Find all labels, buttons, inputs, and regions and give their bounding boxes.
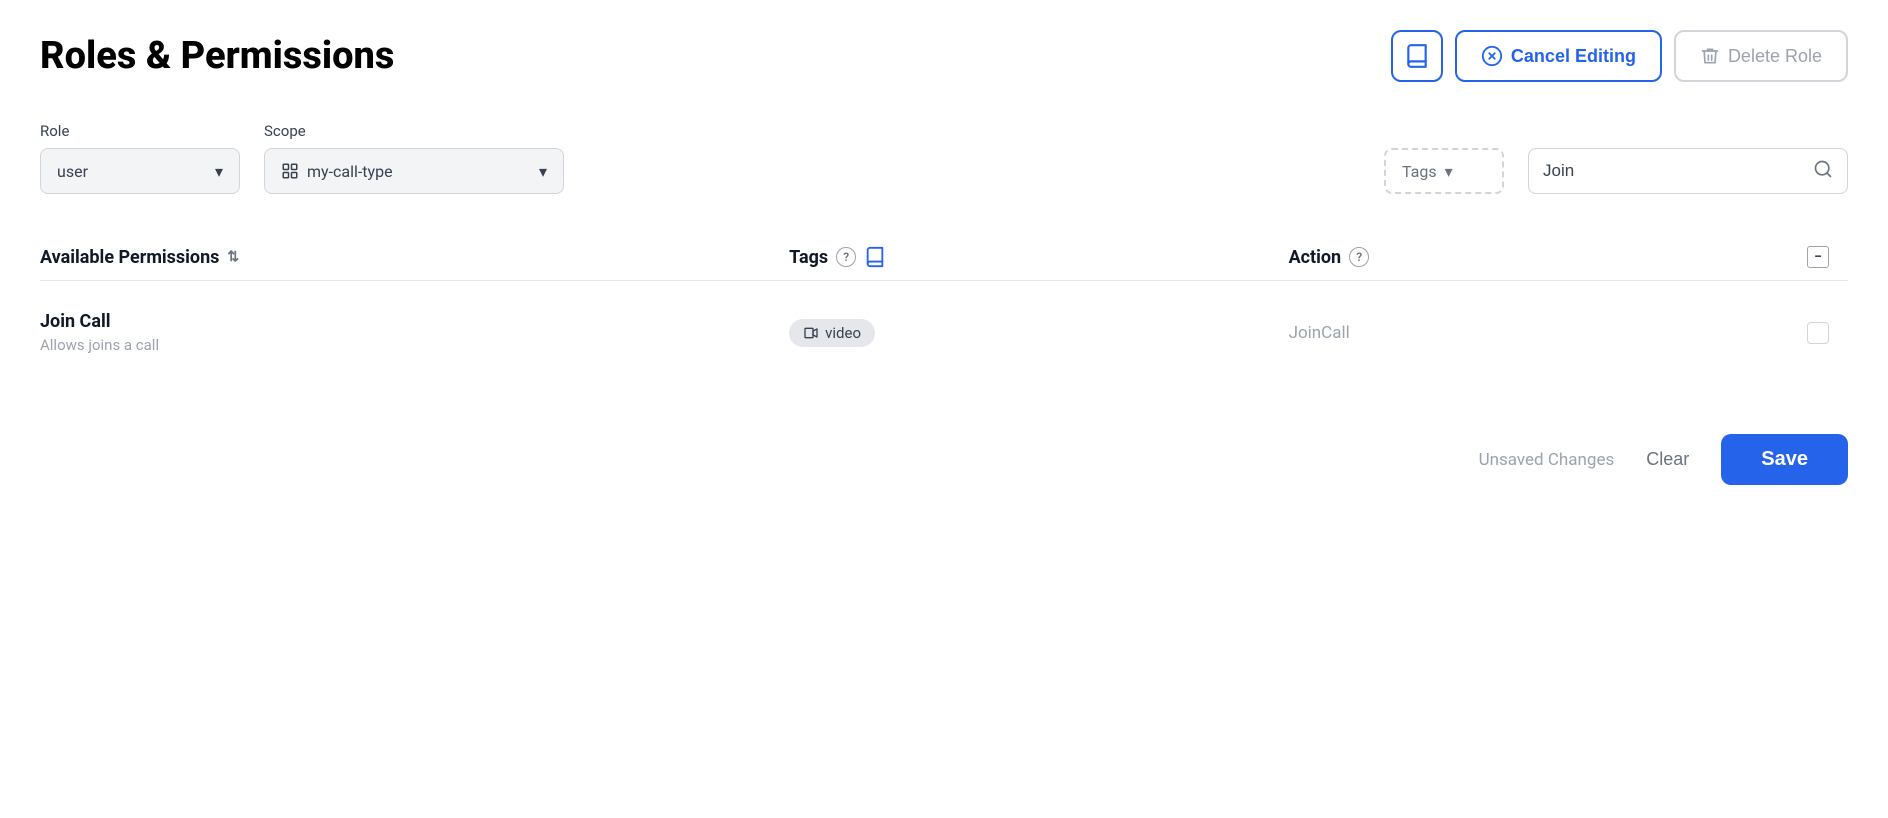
book-icon-button[interactable] bbox=[1391, 30, 1443, 82]
scope-chevron-down-icon: ▾ bbox=[539, 162, 547, 181]
sort-icon[interactable]: ⇅ bbox=[227, 249, 239, 265]
action-help-icon[interactable]: ? bbox=[1349, 247, 1369, 267]
th-tags: Tags ? bbox=[789, 246, 1288, 268]
search-form-group bbox=[1528, 148, 1848, 194]
role-form-group: Role user ▾ bbox=[40, 122, 240, 194]
search-input[interactable] bbox=[1543, 161, 1805, 181]
table-row: Join Call Allows joins a call video Join… bbox=[40, 291, 1848, 374]
form-row: Role user ▾ Scope my-call-type ▾ bbox=[40, 122, 1848, 194]
permissions-table: Available Permissions ⇅ Tags ? Action ? … bbox=[40, 234, 1848, 374]
role-label: Role bbox=[40, 122, 240, 140]
tag-badge: video bbox=[789, 319, 875, 347]
unsaved-changes-label: Unsaved Changes bbox=[1479, 450, 1615, 470]
page-title: Roles & Permissions bbox=[40, 34, 394, 78]
search-icon bbox=[1813, 159, 1833, 184]
page-header: Roles & Permissions Cancel Editing De bbox=[40, 30, 1848, 82]
th-permissions: Available Permissions ⇅ bbox=[40, 247, 789, 268]
table-header: Available Permissions ⇅ Tags ? Action ? … bbox=[40, 234, 1848, 281]
tags-form-group: Tags ▾ bbox=[1384, 148, 1504, 194]
footer: Unsaved Changes Clear Save bbox=[40, 414, 1848, 485]
scope-form-group: Scope my-call-type ▾ bbox=[264, 122, 564, 194]
clear-button[interactable]: Clear bbox=[1638, 449, 1697, 470]
scope-label: Scope bbox=[264, 122, 564, 140]
cancel-circle-icon bbox=[1481, 45, 1503, 67]
tags-book-icon[interactable] bbox=[864, 246, 886, 268]
action-cell: JoinCall bbox=[1289, 323, 1788, 343]
cancel-editing-button[interactable]: Cancel Editing bbox=[1455, 30, 1662, 82]
permission-cell: Join Call Allows joins a call bbox=[40, 311, 789, 354]
scope-select[interactable]: my-call-type ▾ bbox=[264, 148, 564, 194]
th-action: Action ? bbox=[1289, 247, 1788, 268]
search-box bbox=[1528, 148, 1848, 194]
tag-cell: video bbox=[789, 319, 1288, 347]
permission-checkbox[interactable] bbox=[1807, 322, 1829, 344]
book-icon bbox=[1404, 43, 1430, 69]
header-actions: Cancel Editing Delete Role bbox=[1391, 30, 1848, 82]
chevron-down-icon: ▾ bbox=[215, 162, 223, 181]
delete-role-button[interactable]: Delete Role bbox=[1674, 30, 1848, 82]
save-button[interactable]: Save bbox=[1721, 434, 1848, 485]
tags-chevron-icon: ▾ bbox=[1445, 162, 1453, 181]
th-collapse: − bbox=[1788, 246, 1848, 268]
tags-dropdown[interactable]: Tags ▾ bbox=[1384, 148, 1504, 194]
collapse-icon[interactable]: − bbox=[1807, 246, 1829, 268]
scope-type-icon bbox=[281, 162, 299, 180]
role-select[interactable]: user ▾ bbox=[40, 148, 240, 194]
tags-help-icon[interactable]: ? bbox=[836, 247, 856, 267]
trash-icon bbox=[1700, 46, 1720, 66]
checkbox-cell bbox=[1788, 322, 1848, 344]
video-tag-icon bbox=[803, 325, 819, 341]
